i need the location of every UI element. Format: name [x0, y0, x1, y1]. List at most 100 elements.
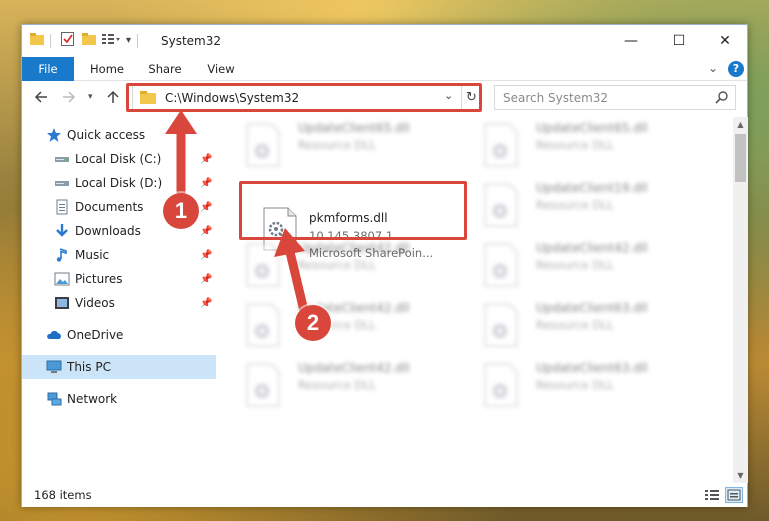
sidebar-item-music[interactable]: Music 📌 [22, 243, 216, 267]
file-description: Resource DLL [536, 378, 615, 392]
step-marker-2: 2 [295, 305, 331, 341]
sidebar-item-label: Local Disk (C:) [75, 152, 162, 166]
file-description: Resource DLL [298, 258, 377, 272]
qa-dropdown-icon[interactable]: ▾ [126, 35, 131, 46]
details-view-icon[interactable] [703, 487, 721, 503]
step-marker-1: 1 [163, 193, 199, 229]
sidebar-item-label: Network [67, 392, 118, 406]
file-description: Resource DLL [298, 138, 377, 152]
sidebar-item-label: Pictures [75, 272, 123, 286]
videos-icon [55, 297, 69, 309]
drive-icon [55, 157, 69, 162]
address-highlight-box [126, 83, 482, 112]
tab-share[interactable]: Share [140, 57, 190, 81]
separator [137, 33, 139, 48]
file-tile[interactable]: UpdateClient19.dll Resource DLL [474, 177, 704, 233]
ribbon-tabs: File Home Share View ⌄ ? [22, 57, 747, 81]
sidebar-item-local-disk-c[interactable]: Local Disk (C:) 📌 [22, 147, 216, 171]
file-name: UpdateClient19.dll [536, 181, 648, 195]
file-tile[interactable]: UpdateClient63.dll Resource DLL [474, 357, 704, 413]
sidebar-item-this-pc[interactable]: This PC [22, 355, 216, 379]
tiles-view-icon[interactable] [725, 487, 743, 503]
separator [50, 33, 51, 48]
file-tile[interactable]: UpdateClient42.dll Resource DLL [474, 237, 704, 293]
download-icon [56, 224, 68, 237]
file-tile[interactable]: UpdateClient63.dll Resource DLL [474, 297, 704, 353]
dll-file-icon [246, 363, 280, 407]
file-description: Resource DLL [298, 378, 377, 392]
tab-view[interactable]: View [196, 57, 246, 81]
file-name: UpdateClient63.dll [536, 361, 648, 375]
network-icon [47, 392, 62, 406]
file-tile[interactable]: UpdateClient65.dll Resource DLL [474, 117, 704, 173]
pin-icon[interactable]: 📌 [200, 154, 212, 165]
help-icon[interactable]: ? [728, 61, 744, 77]
new-folder-icon[interactable] [82, 33, 96, 48]
sidebar-item-pictures[interactable]: Pictures 📌 [22, 267, 216, 291]
dll-file-icon [484, 243, 518, 287]
pin-icon[interactable]: 📌 [200, 178, 212, 189]
music-icon [56, 248, 67, 262]
dll-file-icon [484, 123, 518, 167]
dll-file-icon [246, 243, 280, 287]
file-tile[interactable]: UpdateClient42.dll Resource DLL [236, 297, 466, 353]
scroll-up-icon[interactable]: ▲ [733, 117, 748, 132]
pin-icon[interactable]: 📌 [200, 298, 212, 309]
sidebar-item-network[interactable]: Network [22, 387, 216, 411]
sidebar-item-label: This PC [67, 360, 111, 374]
pin-icon[interactable]: 📌 [200, 274, 212, 285]
tab-home[interactable]: Home [82, 57, 132, 81]
file-description: Resource DLL [536, 258, 615, 272]
back-arrow-icon[interactable] [34, 90, 48, 108]
status-bar: 168 items [22, 483, 747, 507]
file-name: UpdateClient65.dll [298, 121, 410, 135]
sidebar-item-quick-access[interactable]: Quick access [22, 123, 216, 147]
dll-file-icon [484, 303, 518, 347]
star-icon [47, 128, 61, 142]
title-bar: ▾ System32 — ☐ ✕ [22, 25, 747, 57]
sidebar-item-videos[interactable]: Videos 📌 [22, 291, 216, 315]
customize-qa-icon[interactable] [102, 33, 120, 48]
file-description: Resource DLL [536, 318, 615, 332]
sidebar-item-label: Videos [75, 296, 115, 310]
scroll-down-icon[interactable]: ▼ [733, 468, 748, 483]
search-input[interactable]: Search System32 [494, 85, 736, 110]
dll-file-icon [484, 183, 518, 227]
close-button[interactable]: ✕ [702, 25, 748, 57]
sidebar-item-local-disk-d[interactable]: Local Disk (D:) 📌 [22, 171, 216, 195]
file-tile[interactable]: UpdateClient42.dll Resource DLL [236, 237, 466, 293]
dll-file-icon [484, 363, 518, 407]
scrollbar-thumb[interactable] [735, 134, 746, 182]
expand-ribbon-icon[interactable]: ⌄ [708, 61, 718, 75]
recent-locations-icon[interactable]: ▾ [88, 92, 93, 102]
search-placeholder: Search System32 [503, 91, 609, 105]
properties-icon[interactable] [61, 32, 74, 49]
monitor-icon [46, 360, 62, 373]
vertical-scrollbar[interactable]: ▲ ▼ [733, 117, 748, 483]
file-tile[interactable]: UpdateClient42.dll Resource DLL [236, 357, 466, 413]
pin-icon[interactable]: 📌 [200, 226, 212, 237]
file-description: Resource DLL [536, 138, 615, 152]
maximize-button[interactable]: ☐ [656, 25, 702, 57]
pin-icon[interactable]: 📌 [200, 250, 212, 261]
sidebar-item-label: Documents [75, 200, 144, 214]
navigation-pane: Quick access Local Disk (C:) 📌 Local Dis… [22, 117, 216, 483]
cloud-icon [47, 330, 61, 339]
sidebar-item-onedrive[interactable]: OneDrive [22, 323, 216, 347]
folder-icon [30, 33, 44, 48]
file-list: UpdateClient65.dll Resource DLL UpdateCl… [226, 117, 731, 483]
tab-file[interactable]: File [22, 57, 74, 81]
file-name: UpdateClient65.dll [536, 121, 648, 135]
minimize-button[interactable]: — [608, 25, 654, 57]
search-icon[interactable] [715, 90, 729, 104]
file-tile[interactable]: UpdateClient65.dll Resource DLL [236, 117, 466, 173]
sidebar-item-label: Downloads [75, 224, 141, 238]
file-name: UpdateClient42.dll [536, 241, 648, 255]
sidebar-item-label: OneDrive [67, 328, 124, 342]
file-name: UpdateClient42.dll [298, 361, 410, 375]
forward-arrow-icon[interactable] [62, 90, 76, 108]
drive-icon [55, 181, 69, 186]
up-arrow-icon[interactable] [106, 90, 120, 108]
window-title: System32 [161, 34, 222, 48]
pin-icon[interactable]: 📌 [200, 202, 212, 213]
